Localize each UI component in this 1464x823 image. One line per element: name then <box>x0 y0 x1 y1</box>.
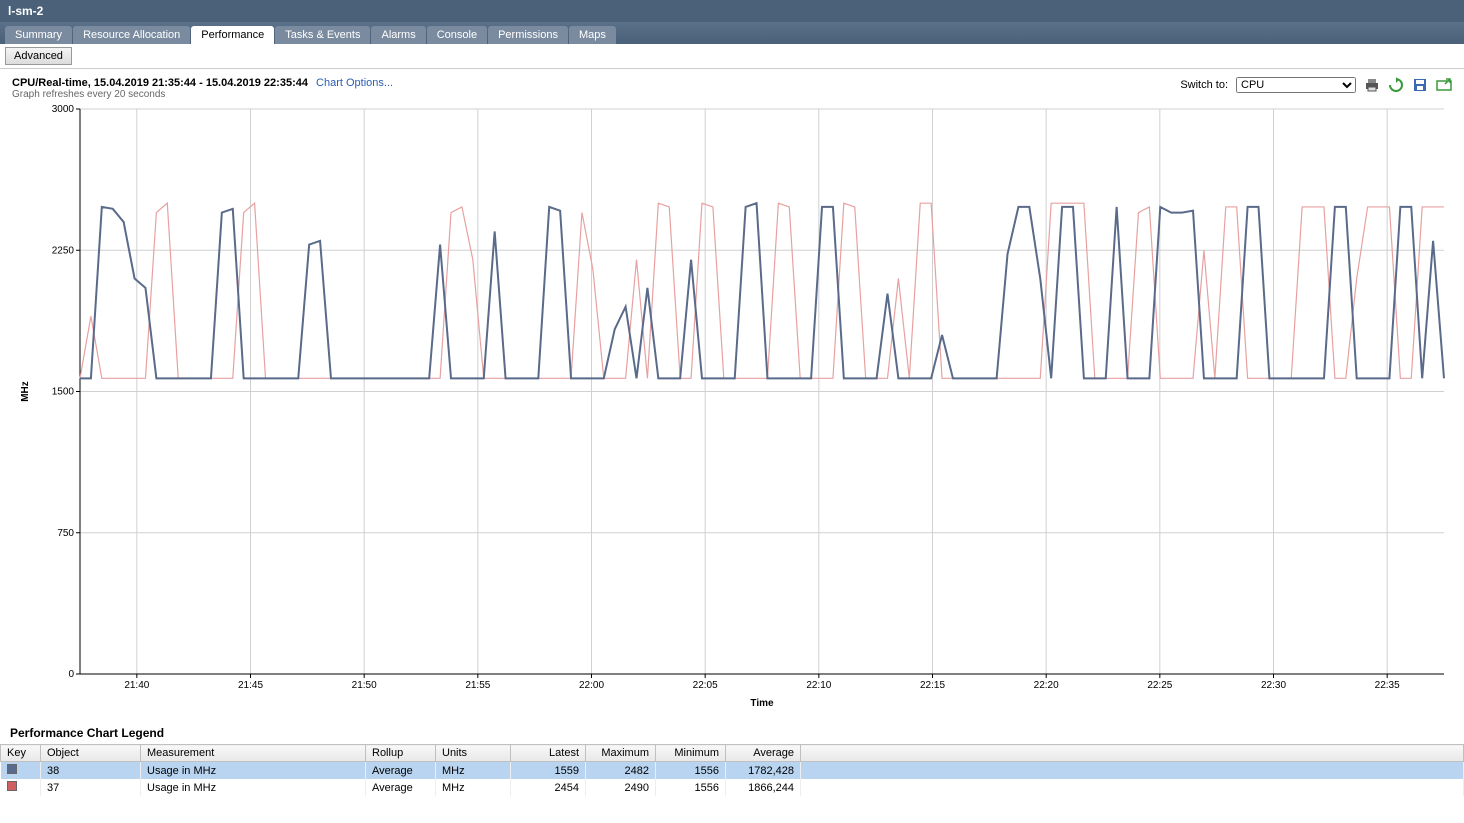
chart-options-link[interactable]: Chart Options... <box>316 77 393 89</box>
switch-label: Switch to: <box>1180 79 1228 91</box>
legend-col-latest[interactable]: Latest <box>511 745 586 762</box>
window-title: l-sm-2 <box>0 0 1464 22</box>
svg-text:0: 0 <box>68 669 74 680</box>
legend-col-key[interactable]: Key <box>1 745 41 762</box>
svg-text:22:25: 22:25 <box>1147 680 1172 691</box>
svg-text:22:35: 22:35 <box>1375 680 1400 691</box>
export-icon[interactable] <box>1436 77 1452 93</box>
chart-header: CPU/Real-time, 15.04.2019 21:35:44 - 15.… <box>0 69 1464 104</box>
legend-row[interactable]: 37Usage in MHzAverageMHz2454249015561866… <box>1 779 1464 796</box>
tab-resource-allocation[interactable]: Resource Allocation <box>73 26 190 44</box>
chart-subtitle: Graph refreshes every 20 seconds <box>12 89 393 100</box>
svg-text:21:50: 21:50 <box>352 680 377 691</box>
tab-permissions[interactable]: Permissions <box>488 26 568 44</box>
legend-color-swatch <box>7 764 17 774</box>
legend-col-object[interactable]: Object <box>41 745 141 762</box>
legend-col-minimum[interactable]: Minimum <box>656 745 726 762</box>
svg-text:22:15: 22:15 <box>920 680 945 691</box>
legend-color-swatch <box>7 781 17 791</box>
tab-console[interactable]: Console <box>427 26 487 44</box>
legend-section: Performance Chart Legend KeyObjectMeasur… <box>0 722 1464 796</box>
tab-alarms[interactable]: Alarms <box>371 26 425 44</box>
svg-text:21:55: 21:55 <box>465 680 490 691</box>
svg-text:21:45: 21:45 <box>238 680 263 691</box>
tab-summary[interactable]: Summary <box>5 26 72 44</box>
svg-text:21:40: 21:40 <box>124 680 149 691</box>
legend-col-rollup[interactable]: Rollup <box>366 745 436 762</box>
svg-text:22:05: 22:05 <box>693 680 718 691</box>
chart-title: CPU/Real-time, 15.04.2019 21:35:44 - 15.… <box>12 77 308 89</box>
print-icon[interactable] <box>1364 77 1380 93</box>
tab-tasks-events[interactable]: Tasks & Events <box>275 26 370 44</box>
svg-text:2250: 2250 <box>52 245 75 256</box>
svg-text:22:30: 22:30 <box>1261 680 1286 691</box>
sub-toolbar: Advanced <box>0 44 1464 69</box>
legend-row[interactable]: 38Usage in MHzAverageMHz1559248215561782… <box>1 762 1464 780</box>
tab-bar: SummaryResource AllocationPerformanceTas… <box>0 22 1464 44</box>
legend-col-maximum[interactable]: Maximum <box>586 745 656 762</box>
legend-table: KeyObjectMeasurementRollupUnitsLatestMax… <box>0 744 1464 796</box>
legend-col-units[interactable]: Units <box>436 745 511 762</box>
advanced-button[interactable]: Advanced <box>5 47 72 65</box>
legend-title: Performance Chart Legend <box>0 722 1464 744</box>
chart-area: 0 750 1500 2250 3000 21:40 21:45 21:50 21:55 22:0… <box>10 104 1454 714</box>
svg-text:MHz: MHz <box>20 381 31 402</box>
save-icon[interactable] <box>1412 77 1428 93</box>
svg-text:22:20: 22:20 <box>1034 680 1059 691</box>
svg-text:Time: Time <box>750 698 774 709</box>
chart-svg: 0 750 1500 2250 3000 21:40 21:45 21:50 21:55 22:0… <box>10 104 1454 714</box>
legend-col-average[interactable]: Average <box>726 745 801 762</box>
refresh-icon[interactable] <box>1388 77 1404 93</box>
svg-text:22:10: 22:10 <box>806 680 831 691</box>
tab-performance[interactable]: Performance <box>191 26 274 44</box>
svg-text:1500: 1500 <box>52 387 75 398</box>
svg-text:750: 750 <box>57 528 74 539</box>
svg-text:3000: 3000 <box>52 104 75 115</box>
switch-select[interactable]: CPU <box>1236 77 1356 93</box>
tab-maps[interactable]: Maps <box>569 26 616 44</box>
svg-text:22:00: 22:00 <box>579 680 604 691</box>
legend-col-measurement[interactable]: Measurement <box>141 745 366 762</box>
